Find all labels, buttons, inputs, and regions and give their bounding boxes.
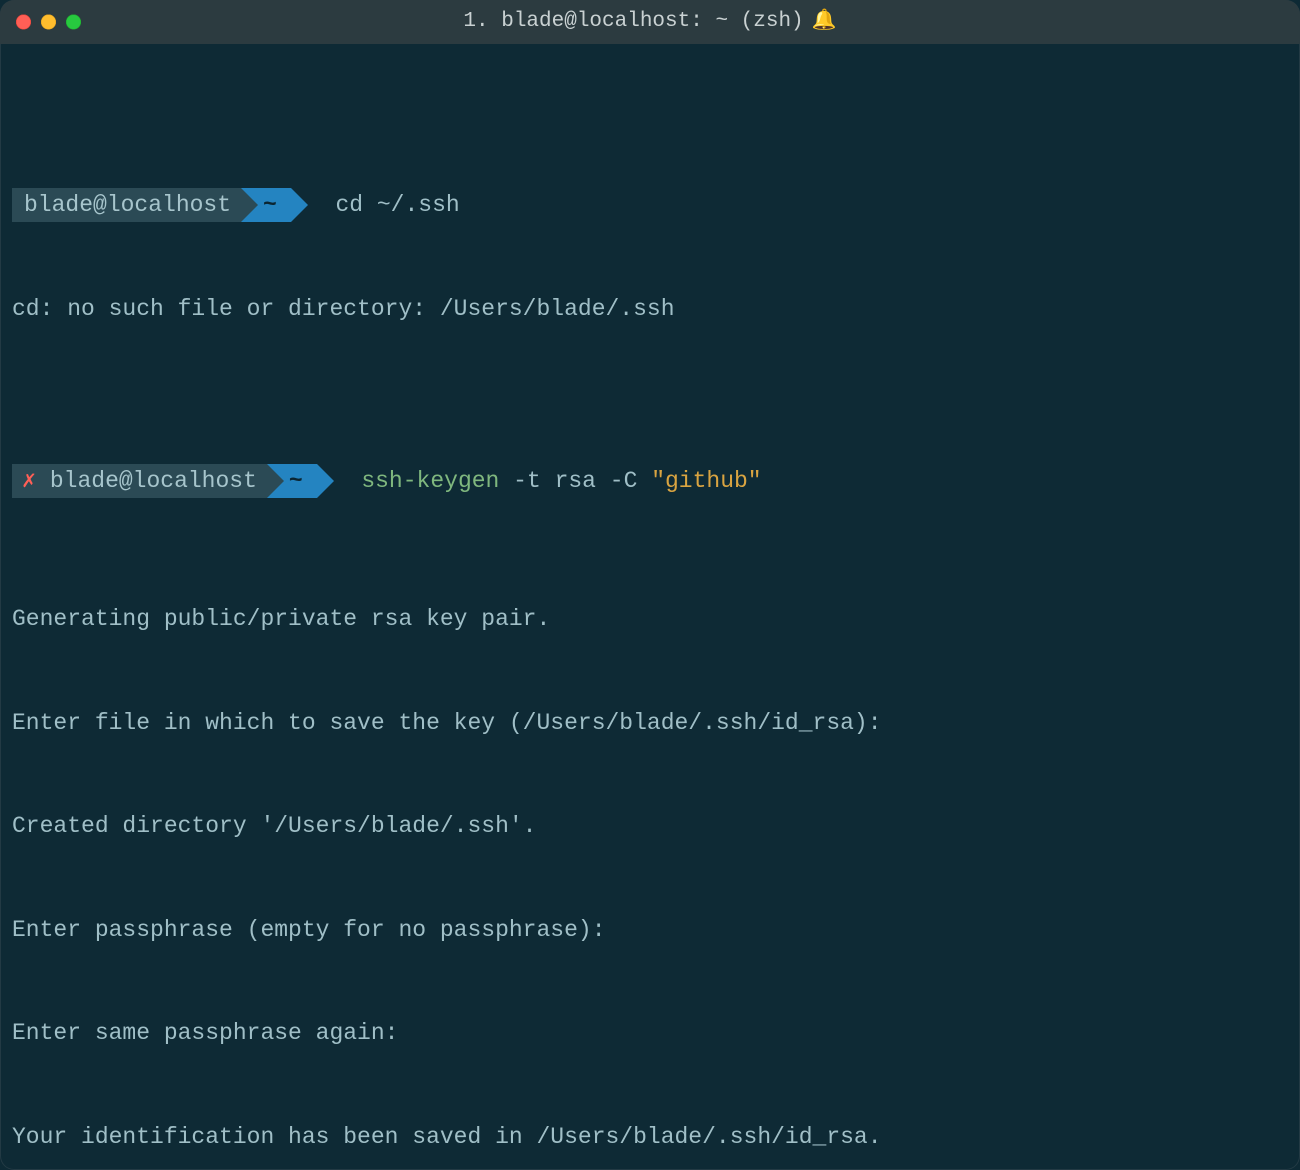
chevron-separator-icon <box>241 188 258 222</box>
bell-icon: 🔔 <box>812 7 837 37</box>
output-line: Created directory '/Users/blade/.ssh'. <box>12 809 1288 844</box>
title-text: 1. blade@localhost: ~ (zsh) <box>463 6 803 38</box>
prompt-chevron: blade@localhost ~ <box>12 188 308 222</box>
window-controls <box>16 15 81 30</box>
command-args: -t rsa -C <box>499 464 651 499</box>
minimize-icon[interactable] <box>41 15 56 30</box>
command-string: "github" <box>651 464 761 499</box>
window-title: 1. blade@localhost: ~ (zsh) 🔔 <box>14 6 1286 38</box>
chevron-separator-icon <box>267 464 284 498</box>
prompt-line: ✗ blade@localhost ~ ssh-keygen -t rsa -C… <box>12 464 1288 499</box>
terminal-window: 1. blade@localhost: ~ (zsh) 🔔 blade@loca… <box>0 0 1300 1170</box>
close-icon[interactable] <box>16 15 31 30</box>
prompt-line: blade@localhost ~ cd ~/.ssh <box>12 188 1288 223</box>
terminal-body[interactable]: blade@localhost ~ cd ~/.ssh cd: no such … <box>0 44 1300 1170</box>
command-text: cd ~/.ssh <box>335 188 459 223</box>
chevron-end-icon <box>317 464 334 498</box>
output-line: cd: no such file or directory: /Users/bl… <box>12 292 1288 327</box>
prompt-user-host: blade@localhost <box>12 188 241 222</box>
output-line: Generating public/private rsa key pair. <box>12 602 1288 637</box>
command-name: ssh-keygen <box>361 464 499 499</box>
window-titlebar[interactable]: 1. blade@localhost: ~ (zsh) 🔔 <box>0 0 1300 44</box>
output-line: Your identification has been saved in /U… <box>12 1120 1288 1155</box>
prompt-user-host: blade@localhost <box>44 464 267 498</box>
output-line: Enter file in which to save the key (/Us… <box>12 706 1288 741</box>
zoom-icon[interactable] <box>66 15 81 30</box>
chevron-end-icon <box>291 188 308 222</box>
output-line: Enter passphrase (empty for no passphras… <box>12 913 1288 948</box>
output-line: Enter same passphrase again: <box>12 1016 1288 1051</box>
error-indicator-icon: ✗ <box>12 464 44 498</box>
prompt-chevron: ✗ blade@localhost ~ <box>12 464 334 498</box>
